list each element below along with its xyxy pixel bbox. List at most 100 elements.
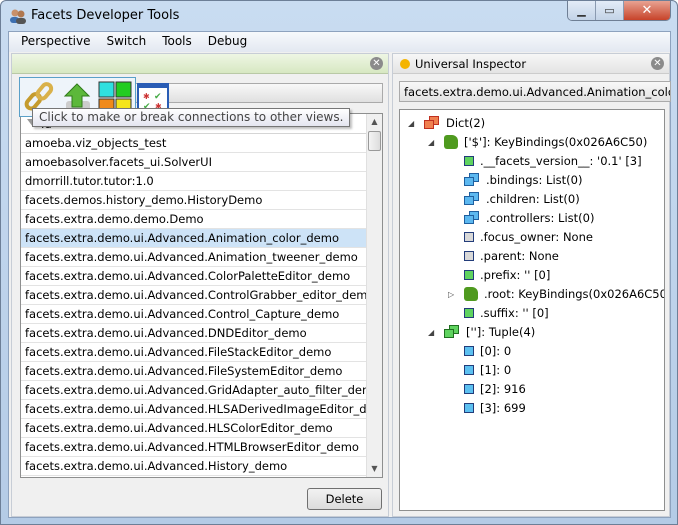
svg-text:✔: ✔ — [154, 92, 162, 102]
close-panel-icon[interactable]: ✕ — [651, 57, 664, 70]
list-item[interactable]: facets.extra.demo.ui.Advanced.DNDEditor_… — [21, 324, 367, 343]
list-item[interactable]: facets.extra.demo.ui.Advanced.FileStackE… — [21, 343, 367, 362]
tree-node-label: .root: KeyBindings(0x026A6C50) — [484, 287, 665, 301]
tree-node-label: Dict(2) — [446, 116, 486, 130]
list-item[interactable]: amoeba.viz_objects_test — [21, 134, 367, 153]
gray-value-icon — [464, 251, 474, 261]
tree-node[interactable]: .prefix: '' [0] — [464, 266, 550, 284]
list-item[interactable]: facets.extra.demo.ui.Advanced.HTMLBrowse… — [21, 438, 367, 457]
delete-button[interactable]: Delete — [307, 488, 382, 510]
list-icon — [464, 173, 480, 187]
list-item[interactable]: facets.extra.demo.ui.Advanced.ControlGra… — [21, 286, 367, 305]
menu-switch[interactable]: Switch — [99, 32, 155, 52]
tree-node[interactable]: .bindings: List(0) — [464, 171, 582, 189]
green-value-icon — [464, 156, 474, 166]
object-icon — [464, 287, 478, 301]
tree-node-label: .bindings: List(0) — [486, 173, 583, 187]
list-item[interactable]: facets.extra.demo.ui.Advanced.History_de… — [21, 457, 367, 476]
object-path-field[interactable]: facets.extra.demo.ui.Advanced.Animation_… — [399, 81, 671, 102]
tree-node[interactable]: .focus_owner: None — [464, 228, 593, 246]
blue-value-icon — [464, 403, 474, 413]
tree-node-label: .__facets_version__: '0.1' [3] — [480, 154, 642, 168]
id-list: Id amoeba.viz_objects_testamoebasolver.f… — [20, 113, 383, 478]
menu-tools[interactable]: Tools — [154, 32, 200, 52]
green-value-icon — [464, 270, 474, 280]
scroll-up-arrow[interactable]: ▲ — [367, 114, 382, 130]
menu-debug[interactable]: Debug — [200, 32, 255, 52]
inspector-header: Universal Inspector ✕ — [393, 54, 669, 74]
object-icon — [444, 135, 458, 149]
menu-perspective[interactable]: Perspective — [13, 32, 99, 52]
left-panel-header: ✕ — [12, 54, 388, 74]
client-area: Perspective Switch Tools Debug ✕ ✱ ✔ ✔ ✱ Cl… — [8, 31, 671, 518]
tree-node[interactable]: ◢ Dict(2) — [408, 114, 486, 132]
scroll-down-arrow[interactable]: ▼ — [367, 461, 382, 477]
tree-node-label: ['$']: KeyBindings(0x026A6C50) — [464, 135, 648, 149]
tree-node[interactable]: .parent: None — [464, 247, 559, 265]
tree-node-label: [1]: 0 — [480, 363, 512, 377]
scroll-thumb[interactable] — [368, 131, 381, 151]
tree-node-label: .children: List(0) — [486, 192, 580, 206]
window-title: Facets Developer Tools — [31, 8, 180, 23]
dict-icon — [424, 116, 440, 130]
tree-node[interactable]: [1]: 0 — [464, 361, 511, 379]
tree-node-label: .focus_owner: None — [480, 230, 593, 244]
list-icon — [464, 211, 480, 225]
tree-node[interactable]: [0]: 0 — [464, 342, 511, 360]
blue-value-icon — [464, 365, 474, 375]
expanded-arrow-icon[interactable]: ◢ — [408, 119, 414, 128]
left-panel: ✕ ✱ ✔ ✔ ✱ Click to make or break connection… — [11, 53, 389, 517]
list-item[interactable]: facets.extra.demo.ui.Advanced.Animation_… — [21, 248, 367, 267]
list-item[interactable]: amoebasolver.facets_ui.SolverUI — [21, 153, 367, 172]
right-panel: Universal Inspector ✕ facets.extra.demo.… — [392, 53, 671, 517]
collapsed-arrow-icon[interactable]: ▷ — [448, 290, 454, 299]
tree-node[interactable]: .suffix: '' [0] — [464, 304, 549, 322]
tree-node[interactable]: ◢ ['']: Tuple(4) — [428, 323, 536, 341]
tree-node-label: .parent: None — [480, 249, 559, 263]
tree-node[interactable]: .__facets_version__: '0.1' [3] — [464, 152, 642, 170]
maximize-button[interactable]: ▭ — [596, 1, 624, 20]
inspector-tree: ◢ Dict(2) ◢ ['$']: KeyBindings(0x026A6C50).… — [399, 109, 665, 511]
tree-node-label: .prefix: '' [0] — [480, 268, 551, 282]
vertical-scrollbar[interactable]: ▲ ▼ — [366, 114, 382, 477]
list-item[interactable]: facets.extra.demo.ui.Advanced.Control_Ca… — [21, 305, 367, 324]
tree-node[interactable]: .controllers: List(0) — [464, 209, 594, 227]
tree-node-label: .suffix: '' [0] — [480, 306, 549, 320]
tree-node[interactable]: [3]: 699 — [464, 399, 526, 417]
status-dot-icon — [400, 59, 410, 69]
users-icon — [10, 9, 26, 24]
tooltip: Click to make or break connections to ot… — [32, 108, 351, 127]
svg-text:✱: ✱ — [143, 92, 150, 101]
list-item[interactable]: facets.extra.demo.ui.Advanced.HLSColorEd… — [21, 419, 367, 438]
list-item[interactable]: facets.extra.demo.ui.Advanced.GridAdapte… — [21, 381, 367, 400]
minimize-button[interactable]: ▁ — [568, 1, 596, 20]
list-item[interactable]: facets.extra.demo.ui.Advanced.Animation_… — [21, 229, 367, 248]
blue-value-icon — [464, 346, 474, 356]
blue-value-icon — [464, 384, 474, 394]
list-item[interactable]: facets.extra.demo.ui.Advanced.HLSADerive… — [21, 400, 367, 419]
gray-value-icon — [464, 232, 474, 242]
list-item[interactable]: facets.demos.history_demo.HistoryDemo — [21, 191, 367, 210]
list-icon — [464, 192, 480, 206]
list-item[interactable]: facets.extra.demo.ui.Advanced.ColorPalet… — [21, 267, 367, 286]
tree-node[interactable]: .children: List(0) — [464, 190, 580, 208]
tree-node-label: .controllers: List(0) — [486, 211, 595, 225]
close-button[interactable]: ✕ — [624, 1, 670, 20]
tree-node-label: ['']: Tuple(4) — [466, 325, 536, 339]
close-panel-icon[interactable]: ✕ — [370, 57, 383, 70]
tuple-icon — [444, 325, 460, 339]
list-item[interactable]: facets.extra.demo.demo.Demo — [21, 210, 367, 229]
tree-node[interactable]: [2]: 916 — [464, 380, 526, 398]
inspector-title: Universal Inspector — [415, 57, 527, 71]
tree-node[interactable]: ▷ .root: KeyBindings(0x026A6C50) — [448, 285, 665, 303]
green-value-icon — [464, 308, 474, 318]
expanded-arrow-icon[interactable]: ◢ — [428, 328, 434, 337]
list-item[interactable]: facets.extra.demo.ui.Advanced.FileSystem… — [21, 362, 367, 381]
list-item[interactable]: dmorrill.tutor.tutor:1.0 — [21, 172, 367, 191]
app-window: Facets Developer Tools ▁ ▭ ✕ Perspective… — [0, 0, 678, 525]
tree-node-label: [2]: 916 — [480, 382, 526, 396]
tree-node[interactable]: ◢ ['$']: KeyBindings(0x026A6C50) — [428, 133, 648, 151]
tree-node-label: [0]: 0 — [480, 344, 512, 358]
menu-bar: Perspective Switch Tools Debug — [9, 32, 670, 52]
expanded-arrow-icon[interactable]: ◢ — [428, 138, 434, 147]
